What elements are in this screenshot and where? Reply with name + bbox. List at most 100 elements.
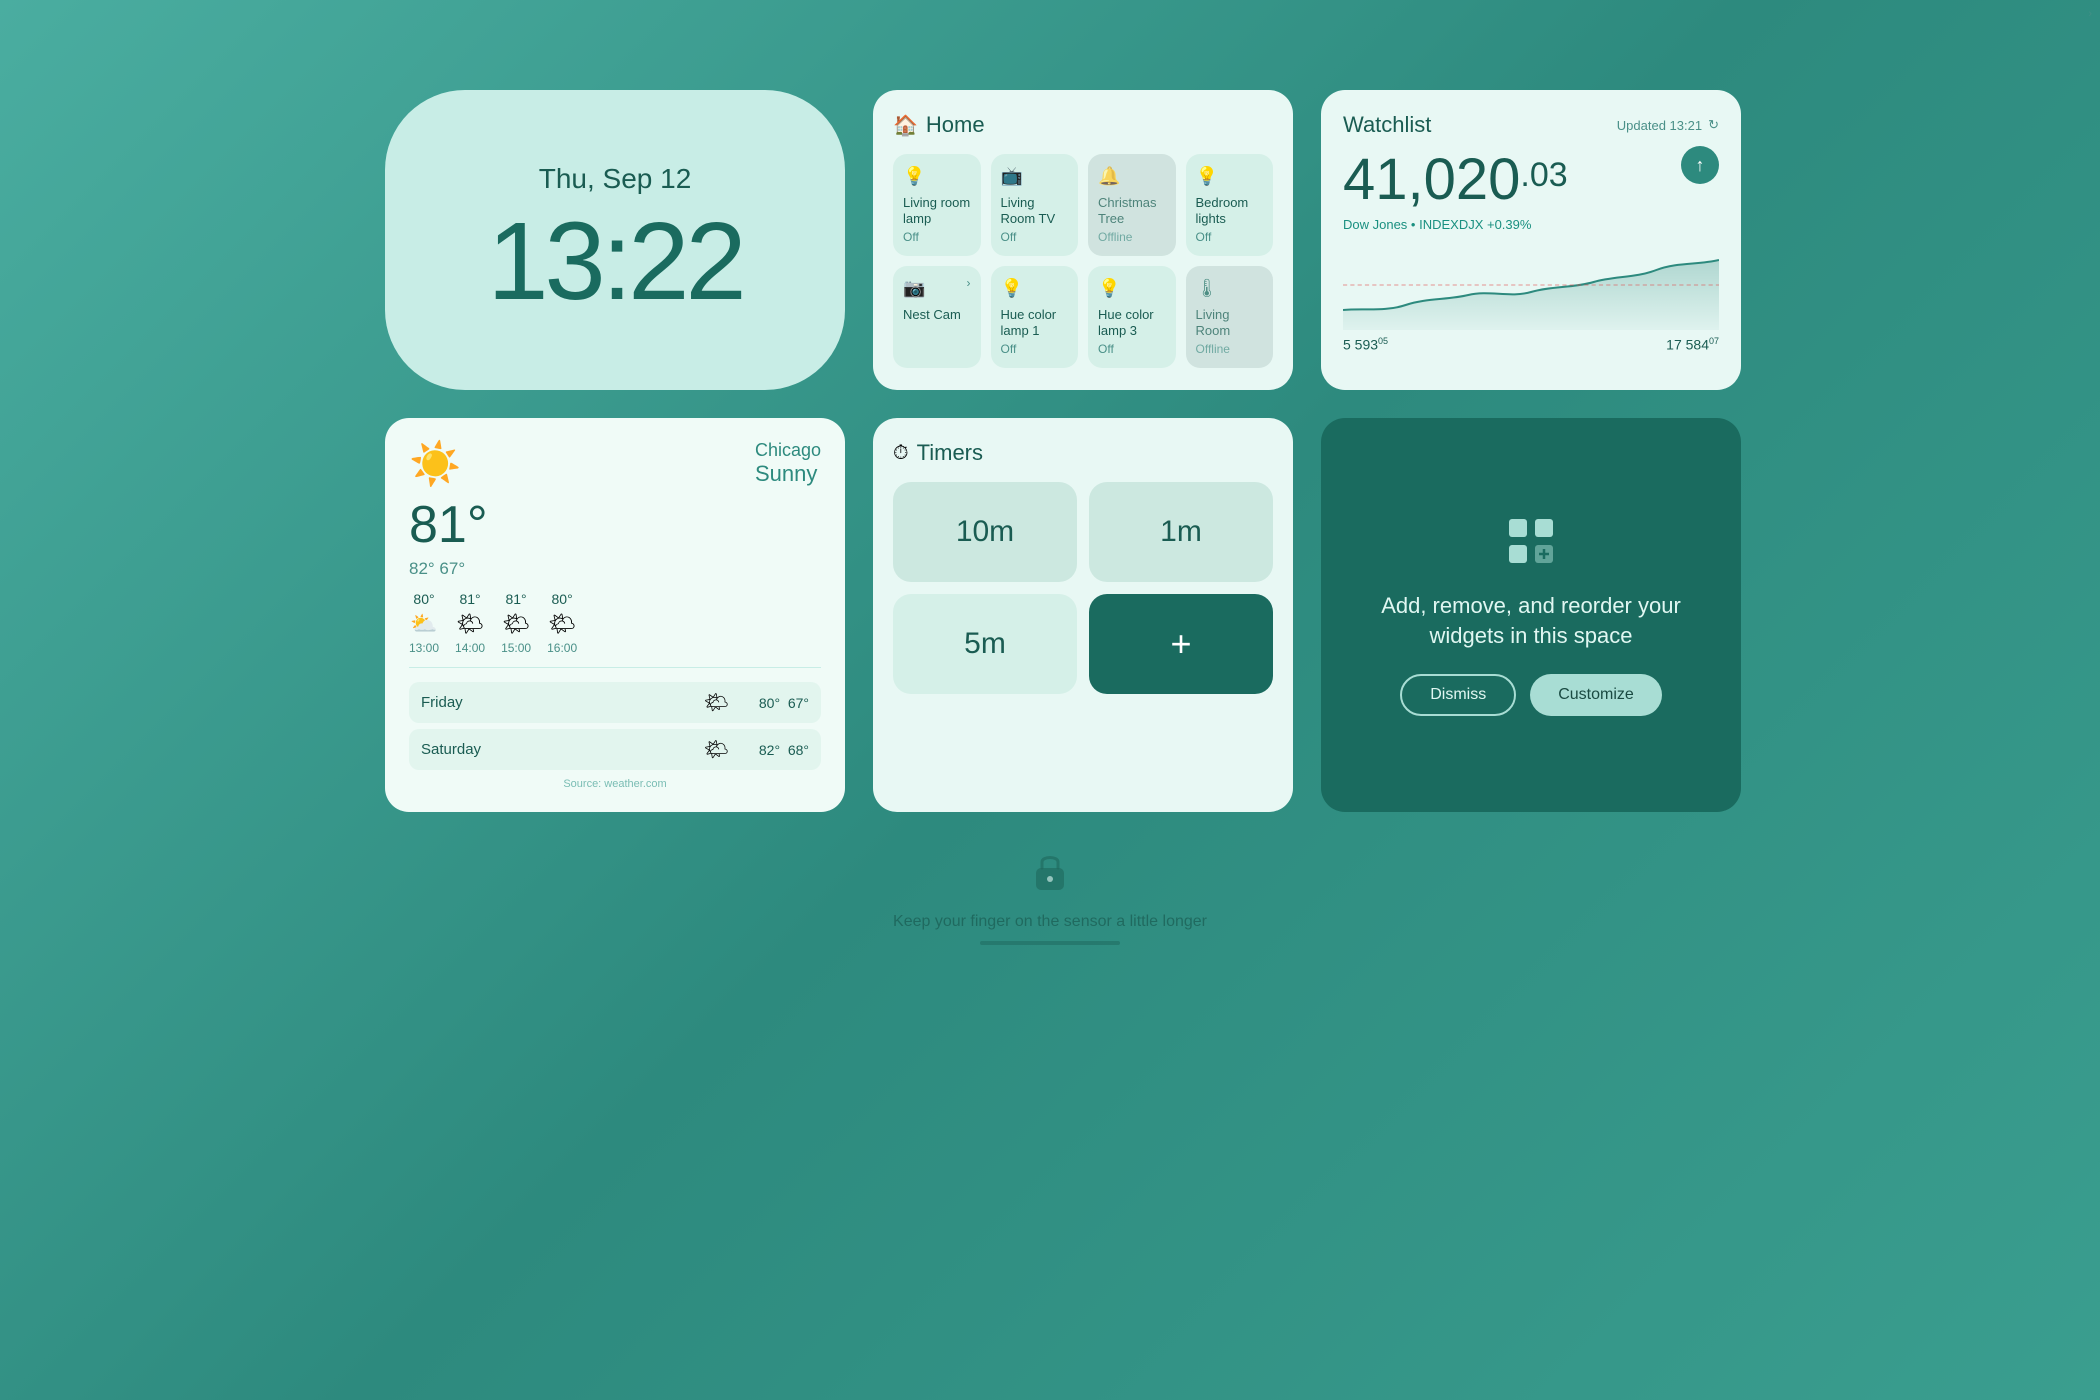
device-status: Off bbox=[1001, 342, 1069, 356]
hourly-time: 13:00 bbox=[409, 641, 439, 655]
device-living-lamp[interactable]: 💡 Living room lamp Off bbox=[893, 154, 981, 256]
thermostat-icon: 🌡 bbox=[1196, 278, 1264, 299]
footer-val-1: 5 59305 bbox=[1343, 336, 1388, 353]
device-status: Offline bbox=[1196, 342, 1264, 356]
device-status: Off bbox=[1001, 230, 1069, 244]
timer-10m[interactable]: 10m bbox=[893, 482, 1077, 582]
device-status: Off bbox=[903, 230, 971, 244]
device-living-room[interactable]: 🌡 Living Room Offline › bbox=[1186, 266, 1274, 368]
device-name: Hue color lamp 1 bbox=[1001, 307, 1069, 338]
daily-friday: Friday 🌤 80° 67° bbox=[409, 682, 821, 723]
device-name: Living room lamp bbox=[903, 195, 971, 226]
hourly-item: 80° ⛅ 13:00 bbox=[409, 591, 439, 655]
watchlist-title: Watchlist bbox=[1343, 112, 1431, 138]
promo-icon bbox=[1505, 515, 1557, 577]
timer-header-icon: ⏱ bbox=[893, 442, 909, 465]
timer-5m[interactable]: 5m bbox=[893, 594, 1077, 694]
home-icon: 🏠 bbox=[893, 113, 918, 138]
tree-icon: 🔔 bbox=[1098, 166, 1166, 187]
day-name: Saturday bbox=[421, 741, 704, 758]
device-christmas-tree[interactable]: 🔔 Christmas Tree Offline bbox=[1088, 154, 1176, 256]
timers-widget: ⏱ Timers 10m 1m 5m + bbox=[873, 418, 1293, 812]
hourly-time: 16:00 bbox=[547, 641, 577, 655]
dismiss-button[interactable]: Dismiss bbox=[1400, 674, 1516, 716]
hourly-time: 15:00 bbox=[501, 641, 531, 655]
device-name: Hue color lamp 3 bbox=[1098, 307, 1166, 338]
chevron-icon: › bbox=[967, 276, 971, 290]
watchlist-arrow-button[interactable]: ↑ bbox=[1681, 146, 1719, 184]
sun-icon: ☀️ bbox=[409, 440, 461, 489]
weather-condition: Sunny bbox=[755, 461, 821, 487]
device-name: Bedroom lights bbox=[1196, 195, 1264, 226]
hourly-item: 80° 🌤 16:00 bbox=[547, 591, 577, 655]
timers-grid: 10m 1m 5m + bbox=[893, 482, 1273, 694]
weather-location-block: Chicago Sunny bbox=[755, 440, 821, 487]
device-hue1[interactable]: 💡 Hue color lamp 1 Off bbox=[991, 266, 1079, 368]
timer-value: 10m bbox=[956, 515, 1014, 549]
weather-source: Source: weather.com bbox=[409, 778, 821, 790]
weather-widget: ☀️ Chicago Sunny 81° 82° 67° 80° ⛅ 13:00… bbox=[385, 418, 845, 812]
hue3-icon: 💡 bbox=[1098, 278, 1166, 299]
day-icon: 🌤 bbox=[704, 690, 729, 715]
day-icon: 🌤 bbox=[704, 737, 729, 762]
watchlist-chart bbox=[1343, 240, 1719, 330]
timer-add-button[interactable]: + bbox=[1089, 594, 1273, 694]
timer-value: 5m bbox=[964, 627, 1006, 661]
hourly-icon: 🌤 bbox=[502, 611, 530, 637]
day-temps: 82° 68° bbox=[729, 742, 809, 758]
home-widget: 🏠 Home 💡 Living room lamp Off 📺 Living R… bbox=[873, 90, 1293, 390]
device-status: Offline bbox=[1098, 230, 1166, 244]
camera-icon: 📷 bbox=[903, 278, 971, 299]
device-grid: 💡 Living room lamp Off 📺 Living Room TV … bbox=[893, 154, 1273, 368]
hourly-icon: 🌤 bbox=[548, 611, 576, 637]
tv-icon: 📺 bbox=[1001, 166, 1069, 187]
hourly-temp: 80° bbox=[413, 591, 434, 607]
device-name: Nest Cam bbox=[903, 307, 971, 323]
watchlist-index: Dow Jones • INDEXDJX +0.39% bbox=[1343, 217, 1719, 232]
timer-value: 1m bbox=[1160, 515, 1202, 549]
device-name: Christmas Tree bbox=[1098, 195, 1166, 226]
customize-button[interactable]: Customize bbox=[1530, 674, 1662, 716]
weather-temp: 81° bbox=[409, 495, 821, 555]
device-living-tv[interactable]: 📺 Living Room TV Off bbox=[991, 154, 1079, 256]
device-name: Living Room bbox=[1196, 307, 1264, 338]
clock-widget: Thu, Sep 12 13:22 bbox=[385, 90, 845, 390]
timer-1m[interactable]: 1m bbox=[1089, 482, 1273, 582]
widgets-promo: Add, remove, and reorder your widgets in… bbox=[1321, 418, 1741, 812]
timers-header: ⏱ Timers bbox=[893, 440, 1273, 466]
home-header: 🏠 Home bbox=[893, 112, 1273, 138]
promo-buttons: Dismiss Customize bbox=[1400, 674, 1662, 716]
weather-city: Chicago bbox=[755, 440, 821, 461]
hourly-icon: 🌤 bbox=[456, 611, 484, 637]
hourly-icon: ⛅ bbox=[410, 611, 437, 637]
device-name: Living Room TV bbox=[1001, 195, 1069, 226]
refresh-icon[interactable]: ↻ bbox=[1708, 117, 1719, 133]
weather-top: ☀️ Chicago Sunny bbox=[409, 440, 821, 489]
hourly-item: 81° 🌤 14:00 bbox=[455, 591, 485, 655]
weather-hourly: 80° ⛅ 13:00 81° 🌤 14:00 81° 🌤 15:00 80° … bbox=[409, 591, 821, 668]
value-decimal: .03 bbox=[1520, 156, 1567, 195]
device-bedroom-lights[interactable]: 💡 Bedroom lights Off bbox=[1186, 154, 1274, 256]
bedroom-icon: 💡 bbox=[1196, 166, 1264, 187]
promo-text: Add, remove, and reorder your widgets in… bbox=[1349, 591, 1713, 653]
device-status: Off bbox=[1196, 230, 1264, 244]
hourly-temp: 81° bbox=[459, 591, 480, 607]
watchlist-widget: Watchlist Updated 13:21 ↻ 41,020.03 ↑ Do… bbox=[1321, 90, 1741, 390]
footer-val-2: 17 58407 bbox=[1666, 336, 1719, 353]
watchlist-value: 41,020.03 bbox=[1343, 146, 1568, 213]
weather-range: 82° 67° bbox=[409, 559, 821, 579]
hourly-temp: 81° bbox=[505, 591, 526, 607]
watchlist-header: Watchlist Updated 13:21 ↻ bbox=[1343, 112, 1719, 138]
lock-icon bbox=[1030, 848, 1070, 903]
weather-daily: Friday 🌤 80° 67° Saturday 🌤 82° 68° bbox=[409, 682, 821, 770]
device-hue3[interactable]: 💡 Hue color lamp 3 Off bbox=[1088, 266, 1176, 368]
device-nest-cam[interactable]: › 📷 Nest Cam bbox=[893, 266, 981, 368]
watchlist-updated: Updated 13:21 ↻ bbox=[1617, 117, 1719, 133]
daily-saturday: Saturday 🌤 82° 68° bbox=[409, 729, 821, 770]
value-main: 41,020 bbox=[1343, 146, 1520, 213]
hourly-temp: 80° bbox=[552, 591, 573, 607]
day-name: Friday bbox=[421, 694, 704, 711]
clock-date: Thu, Sep 12 bbox=[539, 163, 692, 195]
device-status: Off bbox=[1098, 342, 1166, 356]
hourly-time: 14:00 bbox=[455, 641, 485, 655]
